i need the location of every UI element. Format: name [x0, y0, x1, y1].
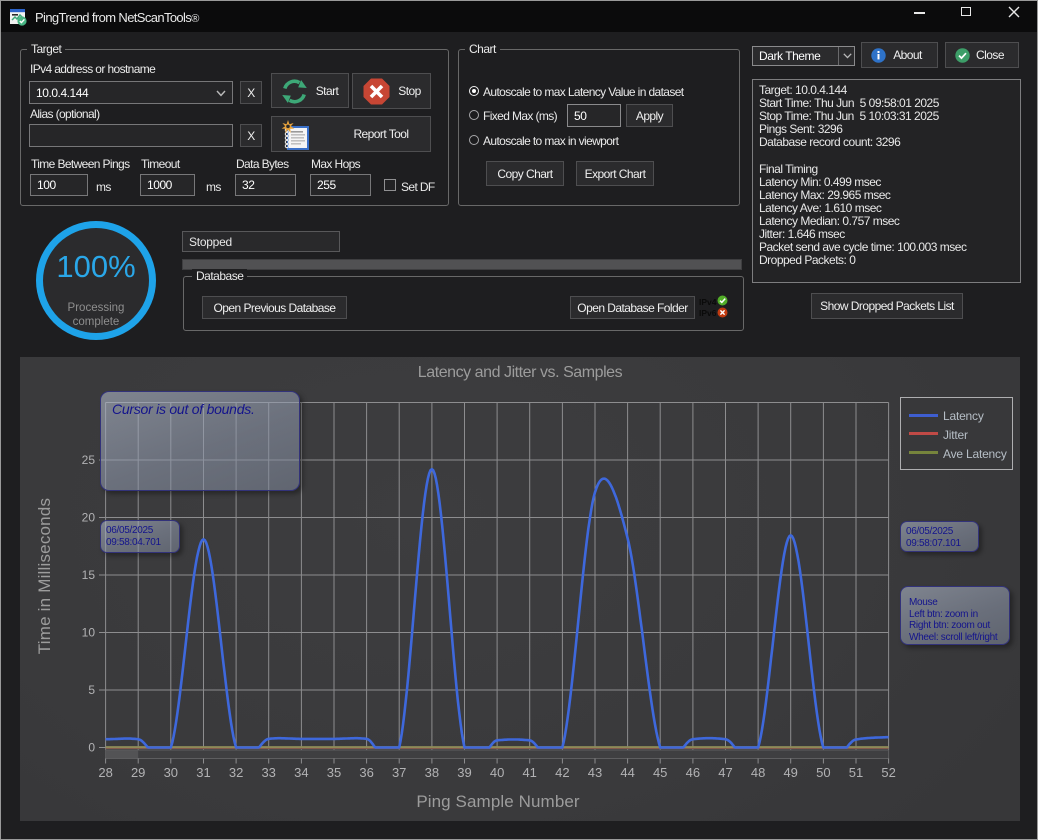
- svg-text:42: 42: [555, 765, 569, 780]
- svg-text:52: 52: [881, 765, 895, 780]
- svg-text:48: 48: [751, 765, 765, 780]
- svg-text:36: 36: [359, 765, 373, 780]
- svg-text:32: 32: [229, 765, 243, 780]
- svg-text:43: 43: [588, 765, 602, 780]
- svg-text:46: 46: [686, 765, 700, 780]
- svg-text:15: 15: [82, 568, 96, 582]
- svg-text:44: 44: [620, 765, 634, 780]
- svg-text:0: 0: [88, 741, 95, 755]
- svg-text:50: 50: [816, 765, 830, 780]
- svg-text:34: 34: [294, 765, 308, 780]
- svg-text:40: 40: [490, 765, 504, 780]
- svg-text:25: 25: [82, 453, 96, 467]
- svg-text:28: 28: [98, 765, 112, 780]
- svg-text:5: 5: [88, 683, 95, 697]
- svg-text:35: 35: [327, 765, 341, 780]
- svg-text:47: 47: [718, 765, 732, 780]
- svg-text:41: 41: [522, 765, 536, 780]
- svg-text:29: 29: [131, 765, 145, 780]
- svg-text:45: 45: [653, 765, 667, 780]
- svg-text:37: 37: [392, 765, 406, 780]
- svg-text:20: 20: [82, 511, 96, 525]
- svg-text:31: 31: [196, 765, 210, 780]
- svg-text:51: 51: [849, 765, 863, 780]
- svg-text:30: 30: [164, 765, 178, 780]
- svg-text:49: 49: [783, 765, 797, 780]
- svg-text:33: 33: [261, 765, 275, 780]
- svg-text:38: 38: [425, 765, 439, 780]
- svg-text:39: 39: [457, 765, 471, 780]
- svg-text:10: 10: [82, 626, 96, 640]
